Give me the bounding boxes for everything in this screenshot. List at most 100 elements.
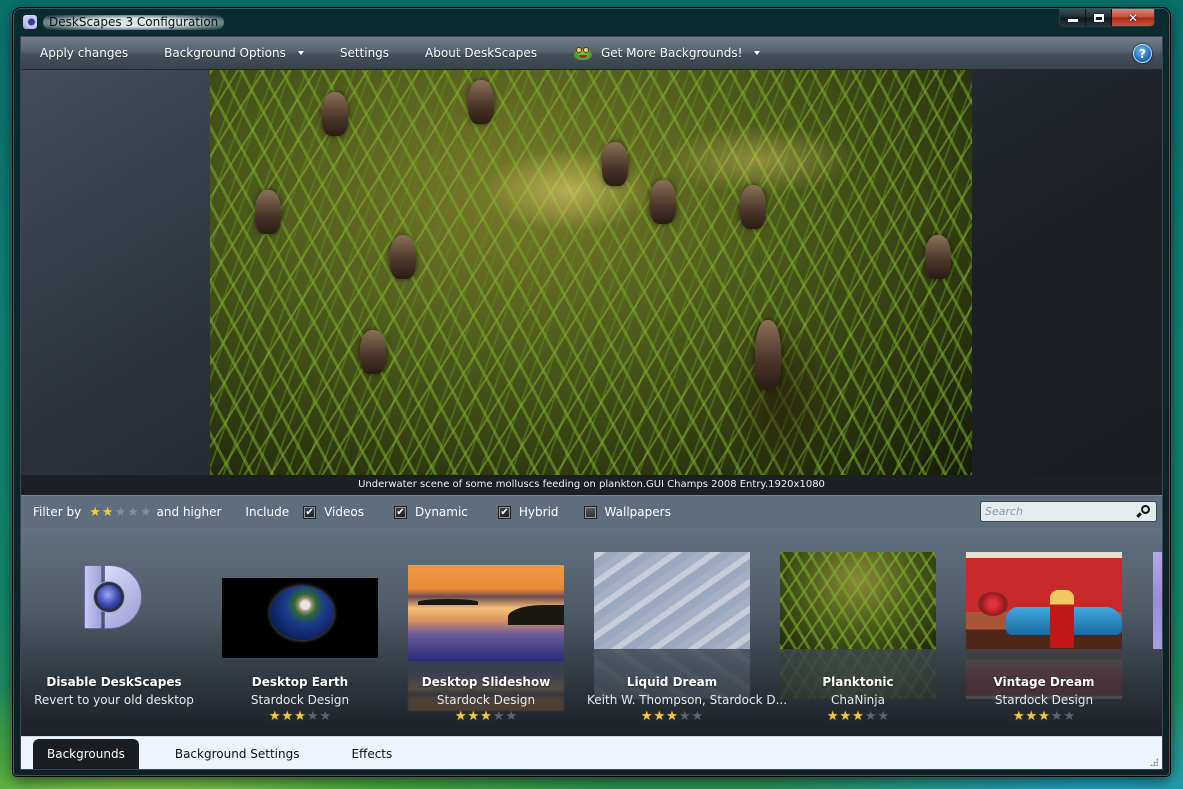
get-more-backgrounds-menu[interactable]: Get More Backgrounds! <box>555 37 778 69</box>
flowers-graphic <box>978 592 1008 616</box>
gallery-item-disable-deskscapes[interactable]: Disable DeskScapes Revert to your old de… <box>29 528 199 736</box>
checkbox-checked[interactable]: ✔ <box>303 505 317 519</box>
star-filled-icon: ★ <box>1038 709 1050 724</box>
star-empty-icon[interactable]: ★ <box>127 506 139 519</box>
star-filled-icon: ★ <box>826 709 839 724</box>
hybrid-label: Hybrid <box>518 505 559 519</box>
wallpapers-label: Wallpapers <box>604 505 671 519</box>
gallery-item-desktop-earth[interactable]: Desktop Earth Stardock Design ★ ★ ★ ★ ★ <box>215 528 385 736</box>
thumbnail-image <box>1153 552 1162 649</box>
tile-rating: ★ ★ ★ ★ ★ <box>773 710 943 723</box>
mollusc-shape <box>602 142 628 186</box>
star-filled-icon: ★ <box>839 709 852 724</box>
backgrounds-gallery: Disable DeskScapes Revert to your old de… <box>21 528 1162 736</box>
mollusc-shape <box>925 235 951 279</box>
tile-author: Stardock Design <box>994 693 1094 707</box>
filter-bar: Filter by ★ ★ ★ ★ ★ and higher Include ✔ Vid… <box>21 495 1162 528</box>
tile-author: ChaNinja <box>831 693 885 707</box>
about-label: About DeskScapes <box>425 46 537 60</box>
tile-rating: ★ ★ ★ ★ ★ <box>587 710 757 723</box>
search-icon[interactable] <box>1136 505 1150 517</box>
deskscapes-logo-icon <box>74 552 154 629</box>
chevron-down-icon <box>754 51 761 55</box>
gallery-item-vintage-dream[interactable]: Vintage Dream Stardock Design ★ ★ ★ ★ ★ <box>959 528 1129 736</box>
tile-author: Revert to your old desktop <box>34 693 194 707</box>
tile-name: Liquid Dream <box>626 675 718 689</box>
thumbnail-reflection <box>966 649 1122 699</box>
main-toolbar: Apply changes Background Options Setting… <box>21 37 1162 70</box>
mollusc-shape <box>468 80 494 124</box>
star-filled-icon: ★ <box>1012 709 1025 724</box>
dynamic-checkbox[interactable]: ✔ Dynamic <box>393 505 468 519</box>
maximize-button[interactable] <box>1086 9 1112 26</box>
tile-name: Desktop Earth <box>251 675 349 689</box>
checkbox-checked[interactable]: ✔ <box>497 505 511 519</box>
thumbnail-image <box>780 552 936 649</box>
wallpapers-checkbox[interactable]: Wallpapers <box>583 505 671 519</box>
checkbox-unchecked[interactable] <box>583 505 597 519</box>
star-filled-icon: ★ <box>480 709 492 724</box>
tile-name: Planktonic <box>822 675 894 689</box>
videos-checkbox[interactable]: ✔ Videos <box>303 505 364 519</box>
deskscapes-app-icon[interactable] <box>23 15 37 29</box>
star-empty-icon: ★ <box>505 709 518 724</box>
tile-name: Vintage Dream <box>993 675 1095 689</box>
bottom-tabs: Backgrounds Background Settings Effects <box>21 736 1162 769</box>
tab-backgrounds[interactable]: Backgrounds <box>33 739 139 769</box>
star-empty-icon: ★ <box>1050 709 1063 724</box>
gallery-item-desktop-slideshow[interactable]: Desktop Slideshow Stardock Design ★ ★ ★ ★ ★ <box>401 528 571 736</box>
search-input[interactable] <box>985 505 1135 518</box>
close-button[interactable]: ✕ <box>1112 9 1154 26</box>
app-window: DeskScapes 3 Configuration ✕ Apply chang… <box>13 8 1170 776</box>
title-bar[interactable]: DeskScapes 3 Configuration ✕ <box>14 9 1169 37</box>
star-filled-icon: ★ <box>640 709 653 724</box>
star-filled-icon[interactable]: ★ <box>89 506 101 519</box>
minimize-button[interactable] <box>1060 9 1086 26</box>
gallery-item-partial[interactable] <box>1145 528 1162 736</box>
star-empty-icon: ★ <box>492 709 505 724</box>
star-empty-icon[interactable]: ★ <box>115 506 127 519</box>
tab-effects[interactable]: Effects <box>335 739 408 769</box>
star-filled-icon: ★ <box>467 709 480 724</box>
apply-changes-label: Apply changes <box>40 46 129 60</box>
star-filled-icon: ★ <box>653 709 666 724</box>
star-empty-icon[interactable]: ★ <box>140 506 152 519</box>
checkbox-checked[interactable]: ✔ <box>393 505 407 519</box>
hybrid-checkbox[interactable]: ✔ Hybrid <box>497 505 559 519</box>
tile-author: Stardock Design <box>250 693 350 707</box>
videos-label: Videos <box>324 505 364 519</box>
close-icon: ✕ <box>1127 10 1139 25</box>
star-empty-icon: ★ <box>678 709 691 724</box>
star-filled-icon: ★ <box>294 709 306 724</box>
chevron-down-icon <box>297 51 304 55</box>
tile-author: Stardock Design <box>436 693 536 707</box>
settings-button[interactable]: Settings <box>322 37 407 69</box>
gallery-item-liquid-dream[interactable]: Liquid Dream Keith W. Thompson, Stardock… <box>587 528 787 736</box>
preview-panel: Underwater scene of some molluscs feedin… <box>21 70 1162 495</box>
resize-grip-icon[interactable] <box>1150 758 1158 766</box>
about-deskscapes-button[interactable]: About DeskScapes <box>407 37 555 69</box>
apply-changes-button[interactable]: Apply changes <box>21 37 146 69</box>
tile-name: Disable DeskScapes <box>46 675 182 689</box>
get-more-backgrounds-label: Get More Backgrounds! <box>600 46 743 60</box>
tab-background-settings[interactable]: Background Settings <box>159 739 316 769</box>
search-box[interactable] <box>980 501 1157 522</box>
star-filled-icon: ★ <box>666 709 678 724</box>
star-empty-icon: ★ <box>306 709 319 724</box>
star-filled-icon: ★ <box>281 709 294 724</box>
island-shape <box>508 605 564 625</box>
star-empty-icon: ★ <box>319 709 332 724</box>
star-filled-icon: ★ <box>268 709 281 724</box>
dynamic-label: Dynamic <box>414 505 468 519</box>
gallery-item-planktonic[interactable]: Planktonic ChaNinja ★ ★ ★ ★ ★ <box>773 528 943 736</box>
rating-filter[interactable]: ★ ★ ★ ★ ★ <box>89 506 151 519</box>
help-icon[interactable]: ? <box>1133 44 1152 63</box>
window-title: DeskScapes 3 Configuration <box>43 15 225 30</box>
star-filled-icon[interactable]: ★ <box>102 506 114 519</box>
tile-rating: ★ ★ ★ ★ ★ <box>401 710 571 723</box>
island-shape <box>418 599 478 605</box>
background-preview-image <box>210 70 972 475</box>
mollusc-shape <box>650 180 676 224</box>
window-controls: ✕ <box>1059 9 1155 27</box>
background-options-menu[interactable]: Background Options <box>146 37 322 69</box>
